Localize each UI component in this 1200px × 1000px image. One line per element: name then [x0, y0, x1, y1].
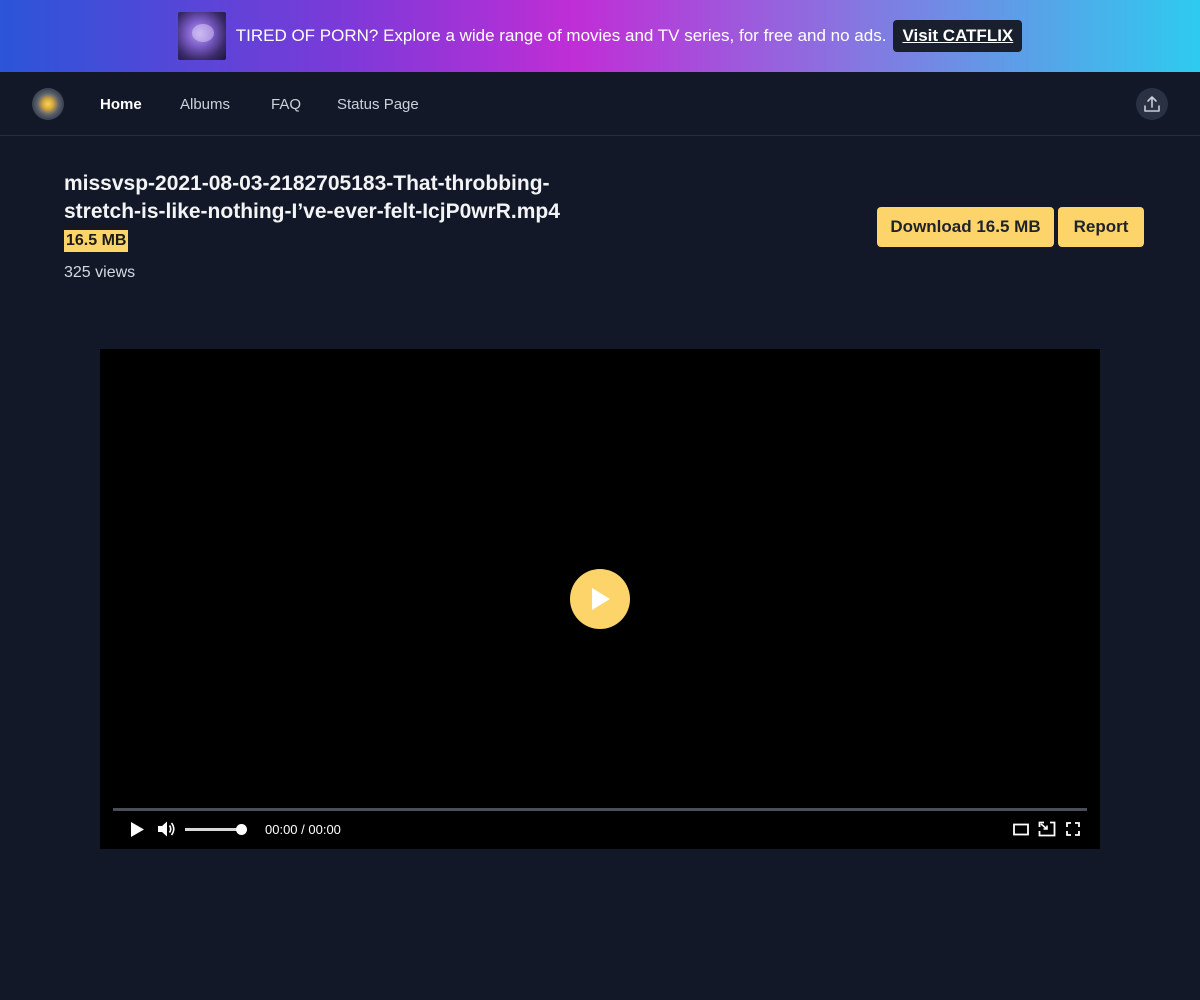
play-button[interactable]: [129, 821, 145, 843]
progress-bar[interactable]: [113, 808, 1087, 811]
nav-link-home[interactable]: Home: [100, 96, 142, 113]
picture-in-picture-icon: [1038, 821, 1056, 837]
file-size-badge: 16.5 MB: [64, 230, 129, 252]
big-play-button[interactable]: [570, 569, 630, 629]
fullscreen-button[interactable]: [1066, 822, 1080, 841]
report-button[interactable]: Report: [1058, 207, 1144, 247]
video-player[interactable]: 00:00 / 00:00: [100, 349, 1100, 849]
promo-banner-content: TIRED OF PORN? Explore a wide range of m…: [177, 12, 1023, 60]
theater-mode-icon: [1013, 823, 1029, 836]
mute-button[interactable]: [157, 820, 177, 843]
time-display: 00:00 / 00:00: [265, 822, 341, 837]
volume-icon: [158, 821, 175, 837]
picture-in-picture-button[interactable]: [1038, 821, 1056, 842]
promo-text: TIRED OF PORN? Explore a wide range of m…: [235, 26, 887, 45]
theater-mode-button[interactable]: [1013, 823, 1029, 841]
download-button[interactable]: Download 16.5 MB: [877, 207, 1054, 247]
fullscreen-icon: [1066, 822, 1080, 836]
nav-link-status-page[interactable]: Status Page: [337, 96, 419, 113]
upload-button[interactable]: [1136, 88, 1168, 120]
upload-icon: [1144, 96, 1160, 112]
promo-thumbnail-image[interactable]: [177, 12, 226, 60]
view-count: 325 views: [64, 264, 136, 281]
site-logo[interactable]: [32, 88, 64, 120]
nav-link-faq[interactable]: FAQ: [271, 96, 301, 113]
nav-link-albums[interactable]: Albums: [180, 96, 230, 113]
top-navigation: Home Albums FAQ Status Page: [0, 72, 1200, 136]
play-icon: [592, 588, 610, 610]
file-title: missvsp-2021-08-03-2182705183-That-throb…: [64, 172, 560, 223]
play-icon: [131, 822, 144, 837]
volume-slider[interactable]: [185, 828, 241, 831]
promo-banner: TIRED OF PORN? Explore a wide range of m…: [0, 0, 1200, 72]
visit-catflix-button[interactable]: Visit CATFLIX: [893, 20, 1023, 52]
volume-slider-handle[interactable]: [236, 824, 247, 835]
